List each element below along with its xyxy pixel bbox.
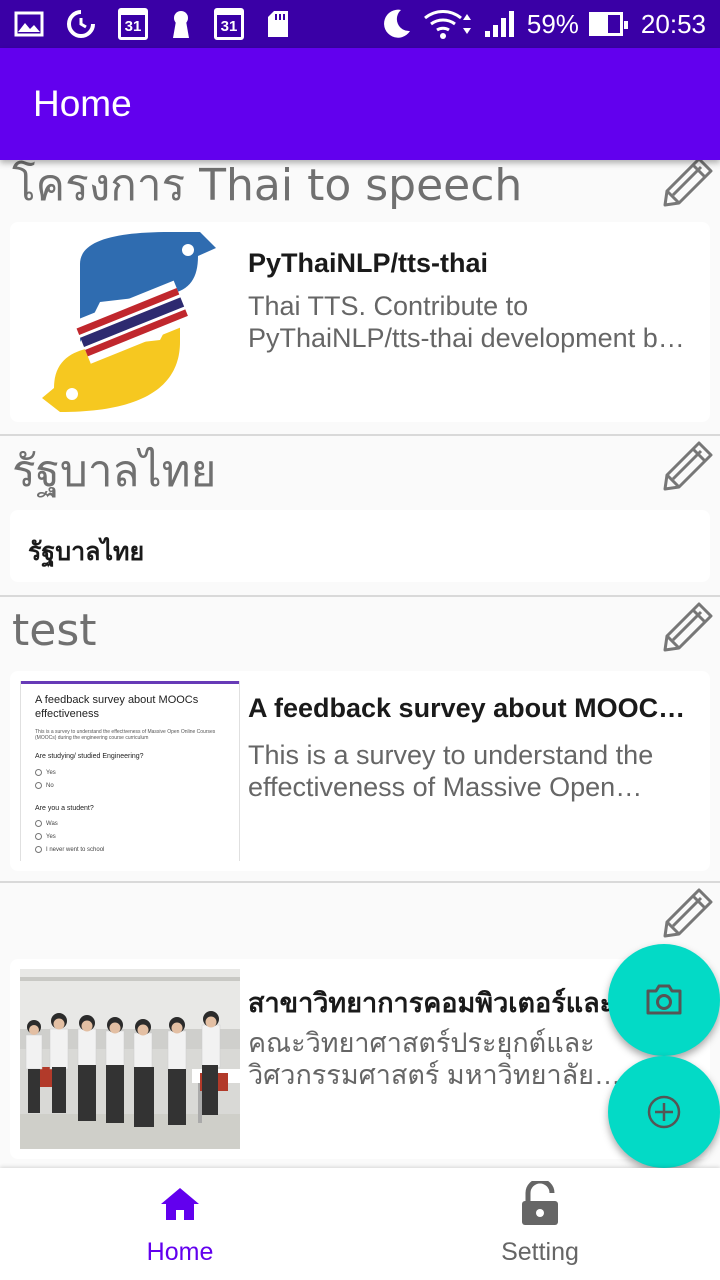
battery-fill bbox=[591, 15, 609, 33]
pencil-icon bbox=[663, 160, 713, 207]
pencil-icon bbox=[663, 602, 713, 652]
screen: 31 31 59% 20:53 Home โครงการ Thai to spe… bbox=[0, 0, 720, 1280]
calendar-day: 31 bbox=[214, 8, 244, 40]
group-title: โครงการ Thai to speech bbox=[12, 160, 523, 211]
calendar-icon: 31 bbox=[214, 8, 244, 40]
card-description: This is a survey to understand the effec… bbox=[248, 740, 654, 802]
card-thumbnail bbox=[20, 969, 240, 1149]
signal-icon bbox=[483, 9, 517, 39]
battery-percent: 59% bbox=[526, 8, 579, 39]
pencil-icon bbox=[663, 441, 713, 491]
survey-option: Yes bbox=[35, 769, 56, 776]
card-title: A feedback survey about MOOCs effectiven… bbox=[248, 693, 694, 723]
nav-item-setting[interactable]: Setting bbox=[360, 1168, 720, 1280]
sd-card-icon bbox=[266, 9, 290, 39]
survey-option: Was bbox=[35, 820, 58, 827]
app-bar: Home bbox=[0, 48, 720, 160]
group-title: รัฐบาลไทย bbox=[12, 446, 217, 497]
survey-heading: A feedback survey about MOOCs effectiven… bbox=[35, 694, 199, 720]
camera-fab[interactable] bbox=[608, 944, 720, 1056]
camera-icon bbox=[646, 984, 682, 1015]
status-bar: 31 31 59% 20:53 bbox=[0, 0, 720, 48]
survey-question: Are studying/ studied Engineering? bbox=[35, 753, 144, 760]
students-photo bbox=[20, 969, 240, 1149]
link-card[interactable]: สาขาวิทยาการคอมพิวเตอร์และ คณะวิทยาศาสตร… bbox=[10, 959, 710, 1159]
nav-label: Home bbox=[146, 1238, 214, 1266]
page-title: Home bbox=[33, 83, 132, 124]
data-saver-icon bbox=[66, 9, 96, 39]
card-title: รัฐบาลไทย bbox=[28, 537, 145, 566]
card-thumbnail bbox=[20, 232, 240, 412]
link-card[interactable]: รัฐบาลไทย bbox=[10, 510, 710, 582]
edit-group-button[interactable] bbox=[660, 599, 716, 655]
keyhole-icon bbox=[170, 9, 192, 39]
battery-icon bbox=[588, 12, 628, 36]
survey-option: I never went to school bbox=[35, 846, 104, 853]
survey-option: Yes bbox=[35, 833, 56, 840]
add-fab[interactable] bbox=[608, 1056, 720, 1168]
edit-group-button[interactable] bbox=[660, 438, 716, 494]
group-title: test bbox=[12, 605, 97, 656]
link-card[interactable]: PyThaiNLP/tts-thai Thai TTS. Contribute … bbox=[10, 222, 710, 422]
edit-group-button[interactable] bbox=[660, 885, 716, 941]
nav-item-home[interactable]: Home bbox=[0, 1168, 360, 1280]
calendar-icon: 31 bbox=[118, 8, 148, 40]
edit-group-button[interactable] bbox=[660, 160, 716, 210]
card-thumbnail: A feedback survey about MOOCs effectiven… bbox=[20, 681, 240, 861]
gallery-icon bbox=[14, 11, 44, 37]
group-test: test A feedback survey about MOOCs effec… bbox=[0, 597, 720, 883]
group-thai-government: รัฐบาลไทย รัฐบาลไทย bbox=[0, 436, 720, 596]
pythainlp-logo bbox=[42, 232, 216, 412]
moon-icon bbox=[379, 7, 413, 41]
nav-label: Setting bbox=[501, 1238, 579, 1266]
survey-intro: This is a survey to understand the effec… bbox=[35, 729, 216, 741]
bottom-navigation: Home Setting bbox=[0, 1168, 720, 1280]
clock: 20:53 bbox=[640, 8, 706, 39]
group-thai-tts: โครงการ Thai to speech PyThaiNLP/tts-tha… bbox=[0, 160, 720, 434]
lock-open-icon bbox=[520, 1181, 560, 1226]
pencil-icon bbox=[663, 888, 713, 938]
survey-question: Are you a student? bbox=[35, 805, 94, 812]
card-description: Thai TTS. Contribute to PyThaiNLP/tts-th… bbox=[248, 291, 672, 353]
calendar-day: 31 bbox=[118, 8, 148, 40]
survey-preview: A feedback survey about MOOCs effectiven… bbox=[20, 681, 240, 861]
home-icon bbox=[159, 1182, 201, 1226]
add-circle-icon bbox=[647, 1095, 681, 1129]
survey-option: No bbox=[35, 782, 54, 789]
card-title: PyThaiNLP/tts-thai bbox=[248, 248, 489, 278]
link-card[interactable]: A feedback survey about MOOCs effectiven… bbox=[10, 671, 710, 871]
wifi-icon bbox=[423, 8, 473, 40]
